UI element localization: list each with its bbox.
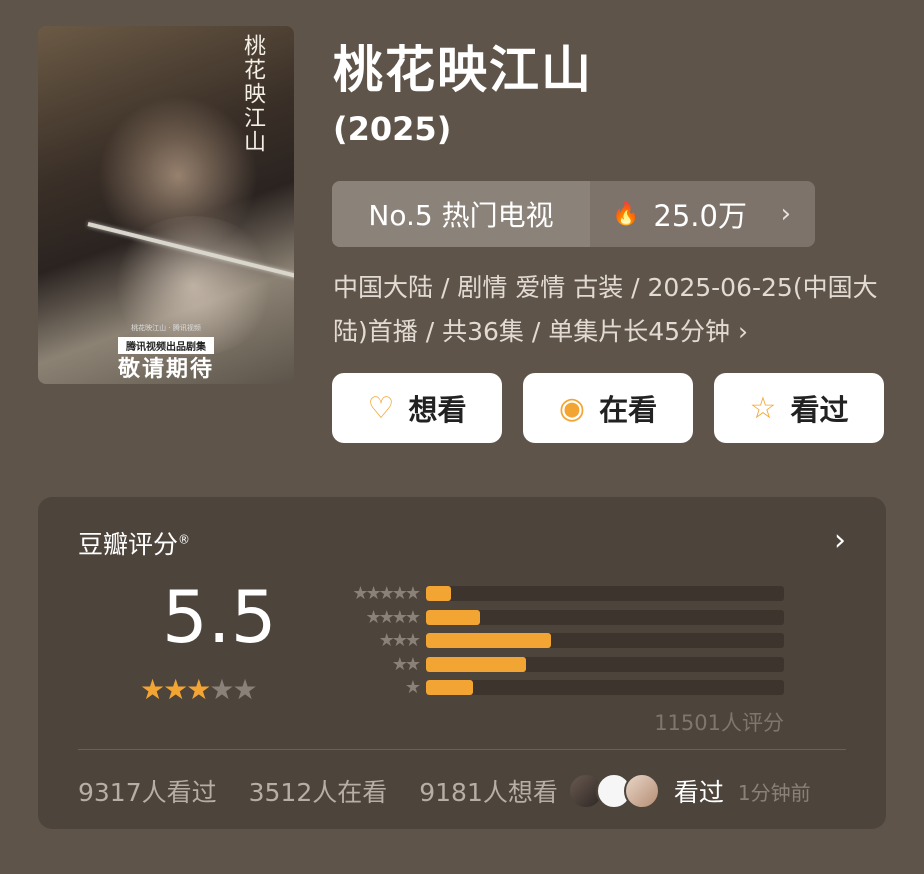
rating-title: 豆瓣评分® [78, 525, 190, 561]
rating-bar-row: ★ [322, 676, 790, 700]
rank-pill[interactable]: No.5 热门电视 🔥 25.0万 › [332, 181, 815, 247]
star-empty-icon: ★ [209, 673, 234, 706]
chevron-right-icon: › [780, 199, 791, 229]
rating-bar-track [426, 633, 784, 649]
rating-distribution: ★★★★★ ★★★★ ★★★ ★★ ★ [322, 582, 790, 700]
rating-card[interactable]: 豆瓣评分® › 5.5 ★★★★★ ★★★★★ ★★★★ ★★★ ★★ ★ 11501人… [38, 497, 886, 829]
star-filled-icon: ★ [140, 673, 165, 706]
poster-calligraphy-title: 桃花映江山 [240, 34, 265, 154]
rating-bar-track [426, 609, 784, 625]
heat-section[interactable]: 🔥 25.0万 › [590, 181, 815, 247]
rating-bar-row: ★★★ [322, 629, 790, 653]
heat-value: 25.0万 [653, 199, 747, 233]
rating-title-text: 豆瓣评分 [78, 530, 179, 559]
avatar [623, 773, 660, 809]
chevron-right-icon[interactable]: › [834, 523, 846, 558]
rating-stars: ★★★★★ [140, 673, 258, 706]
meta-text: 中国大陆 / 剧情 爱情 古装 / 2025-06-25(中国大陆)首播 / 共… [333, 273, 878, 346]
registered-mark: ® [178, 532, 191, 547]
bar-stars-icon: ★★★★★ [352, 583, 421, 605]
rating-bar-fill [426, 586, 452, 602]
watching-button[interactable]: ◉ 在看 [523, 373, 693, 443]
rating-bar-fill [426, 609, 480, 625]
poster-coming-soon: 敬请期待 [117, 357, 214, 382]
watching-label: 在看 [599, 393, 658, 427]
rating-bar-fill [426, 633, 552, 649]
watched-button[interactable]: ☆ 看过 [714, 373, 884, 443]
friend-avatars[interactable] [567, 773, 660, 809]
show-title: 桃花映江山 [333, 41, 593, 99]
rating-bar-row: ★★★★★ [322, 582, 790, 606]
star-filled-icon: ★ [163, 673, 188, 706]
star-empty-icon: ★ [232, 673, 257, 706]
watched-count[interactable]: 9317人看过 [78, 773, 217, 809]
show-year: (2025) [333, 110, 452, 148]
fire-icon: 🔥 [612, 201, 640, 227]
rating-bar-row: ★★ [322, 653, 790, 677]
recent-action: 看过 [673, 778, 724, 807]
target-icon: ◉ [558, 390, 586, 426]
poster-image[interactable]: 桃花映江山 桃花映江山 · 腾讯视频 腾讯视频出品剧集 敬请期待 [38, 26, 294, 384]
want-label: 想看 [408, 393, 467, 427]
rating-bar-row: ★★★★ [322, 606, 790, 630]
bar-stars-icon: ★★★★ [365, 606, 421, 628]
rating-bar-track [426, 586, 784, 602]
divider [78, 749, 846, 750]
bar-stars-icon: ★ [404, 677, 421, 699]
rating-score: 5.5 [162, 575, 277, 659]
watch-stats: 9317人看过 3512人在看 9181人想看 看过 1分钟前 [78, 773, 858, 809]
rating-bar-fill [426, 680, 473, 696]
star-filled-icon: ★ [186, 673, 211, 706]
bar-stars-icon: ★★★ [378, 630, 421, 652]
heart-plus-icon: ♡ [367, 390, 395, 426]
want-to-watch-button[interactable]: ♡ 想看 [332, 373, 502, 443]
recent-time: 1分钟前 [737, 780, 811, 805]
chevron-right-icon: › [737, 317, 748, 346]
rating-count: 11501人评分 [654, 711, 784, 735]
want-count[interactable]: 9181人想看 [419, 773, 558, 809]
poster-fineprint: 桃花映江山 · 腾讯视频 [131, 324, 201, 332]
rank-label: No.5 热门电视 [332, 181, 590, 247]
rating-bar-fill [426, 656, 527, 672]
watched-label: 看过 [790, 393, 849, 427]
bar-stars-icon: ★★ [391, 653, 421, 675]
rating-bar-track [426, 680, 784, 696]
rating-bar-track [426, 656, 784, 672]
star-outline-icon: ☆ [749, 390, 777, 426]
show-meta-info[interactable]: 中国大陆 / 剧情 爱情 古装 / 2025-06-25(中国大陆)首播 / 共… [333, 266, 893, 354]
watching-count[interactable]: 3512人在看 [249, 773, 388, 809]
